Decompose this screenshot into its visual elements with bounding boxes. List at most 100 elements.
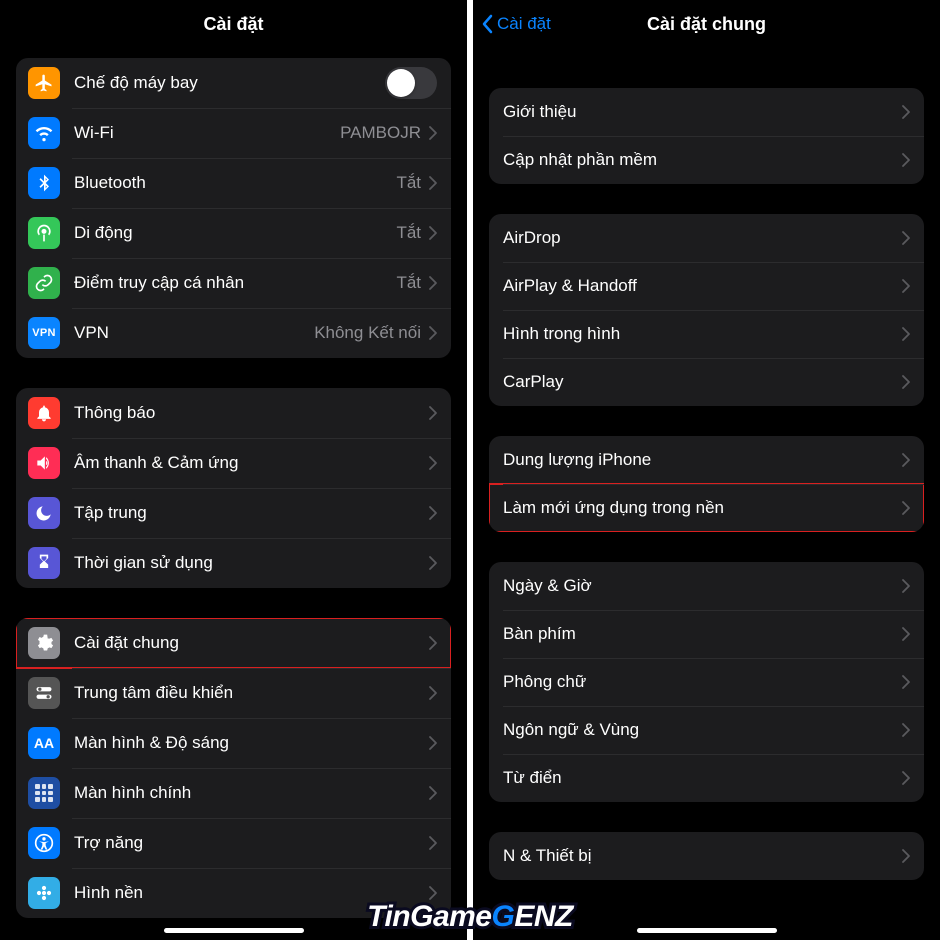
speaker-icon	[28, 447, 60, 479]
settings-group: Ngày & Giờ Bàn phím Phông chữ Ngôn ngữ & Vù…	[489, 562, 924, 802]
bell-icon	[28, 397, 60, 429]
airplane-mode-row[interactable]: Chế độ máy bay	[16, 58, 451, 108]
vpn-row[interactable]: VPNVPNKhông Kết nối	[16, 308, 451, 358]
carplay-row[interactable]: CarPlay	[489, 358, 924, 406]
chevron-left-icon	[481, 14, 493, 34]
row-label: Làm mới ứng dụng trong nền	[503, 497, 902, 519]
row-label: N & Thiết bị	[503, 845, 902, 867]
wifi-row[interactable]: Wi-FiPAMBOJR	[16, 108, 451, 158]
accessibility-icon	[28, 827, 60, 859]
chevron-right-icon	[429, 886, 437, 900]
keyboard-row[interactable]: Bàn phím	[489, 610, 924, 658]
settings-group: Chế độ máy bayWi-FiPAMBOJRBluetoothTắtDi…	[16, 58, 451, 358]
chevron-right-icon	[429, 456, 437, 470]
chevron-right-icon	[429, 326, 437, 340]
row-label: Thông báo	[74, 402, 429, 424]
sounds-row[interactable]: Âm thanh & Cảm ứng	[16, 438, 451, 488]
row-value: Tắt	[396, 273, 421, 293]
fonts-row[interactable]: Phông chữ	[489, 658, 924, 706]
chevron-right-icon	[429, 506, 437, 520]
flower-icon	[28, 877, 60, 909]
row-label: Âm thanh & Cảm ứng	[74, 452, 429, 474]
chevron-right-icon	[429, 406, 437, 420]
focus-row[interactable]: Tập trung	[16, 488, 451, 538]
about-row[interactable]: Giới thiệu	[489, 88, 924, 136]
hotspot-row[interactable]: Điểm truy cập cá nhânTắt	[16, 258, 451, 308]
general-settings-list[interactable]: Giới thiệu Cập nhật phần mềm AirDropAirPla…	[473, 48, 940, 940]
row-label: Màn hình & Độ sáng	[74, 732, 429, 754]
software-update-row[interactable]: Cập nhật phần mềm	[489, 136, 924, 184]
chevron-right-icon	[429, 636, 437, 650]
back-button[interactable]: Cài đặt	[481, 14, 551, 34]
row-label: Di động	[74, 222, 396, 244]
chevron-right-icon	[902, 105, 910, 119]
storage-row[interactable]: Dung lượng iPhone	[489, 436, 924, 484]
settings-group: AirDropAirPlay & HandoffHình trong hìnhC…	[489, 214, 924, 406]
general-row[interactable]: Cài đặt chung	[16, 618, 451, 668]
date-time-row[interactable]: Ngày & Giờ	[489, 562, 924, 610]
chevron-right-icon	[429, 226, 437, 240]
home-indicator[interactable]	[637, 928, 777, 933]
chevron-right-icon	[902, 279, 910, 293]
chevron-right-icon	[902, 675, 910, 689]
row-label: Trung tâm điều khiển	[74, 682, 429, 704]
row-label: VPN	[74, 322, 314, 344]
home-indicator[interactable]	[164, 928, 304, 933]
grid-icon	[28, 777, 60, 809]
row-label: Ngày & Giờ	[503, 575, 902, 597]
vpn-icon: VPN	[28, 317, 60, 349]
display-row[interactable]: AAMàn hình & Độ sáng	[16, 718, 451, 768]
nav-bar: Cài đặt Cài đặt chung	[473, 0, 940, 48]
nav-title: Cài đặt chung	[647, 14, 766, 35]
airplay-row[interactable]: AirPlay & Handoff	[489, 262, 924, 310]
chevron-right-icon	[429, 836, 437, 850]
vpn-device-row[interactable]: N & Thiết bị	[489, 832, 924, 880]
screentime-row[interactable]: Thời gian sử dụng	[16, 538, 451, 588]
language-region-row[interactable]: Ngôn ngữ & Vùng	[489, 706, 924, 754]
antenna-icon	[28, 217, 60, 249]
row-label: Phông chữ	[503, 671, 902, 693]
row-label: Dung lượng iPhone	[503, 449, 902, 471]
pip-row[interactable]: Hình trong hình	[489, 310, 924, 358]
row-label: Cập nhật phần mềm	[503, 149, 902, 171]
wifi-icon	[28, 117, 60, 149]
back-label: Cài đặt	[497, 14, 551, 34]
chevron-right-icon	[429, 556, 437, 570]
bluetooth-row[interactable]: BluetoothTắt	[16, 158, 451, 208]
wallpaper-row[interactable]: Hình nền	[16, 868, 451, 918]
row-label: Wi-Fi	[74, 122, 340, 144]
row-label: Thời gian sử dụng	[74, 552, 429, 574]
row-value: PAMBOJR	[340, 123, 421, 143]
accessibility-row[interactable]: Trợ năng	[16, 818, 451, 868]
row-label: Giới thiệu	[503, 101, 902, 123]
settings-group: N & Thiết bị	[489, 832, 924, 880]
background-refresh-row[interactable]: Làm mới ứng dụng trong nền	[489, 484, 924, 532]
row-label: Cài đặt chung	[74, 632, 429, 654]
airdrop-row[interactable]: AirDrop	[489, 214, 924, 262]
moon-icon	[28, 497, 60, 529]
chevron-right-icon	[902, 501, 910, 515]
nav-title: Cài đặt	[203, 14, 263, 35]
row-label: Bàn phím	[503, 623, 902, 645]
chevron-right-icon	[902, 453, 910, 467]
control-center-row[interactable]: Trung tâm điều khiển	[16, 668, 451, 718]
toggle-switch[interactable]	[385, 67, 437, 99]
chevron-right-icon	[902, 231, 910, 245]
dictionary-row[interactable]: Từ điển	[489, 754, 924, 802]
row-label: Điểm truy cập cá nhân	[74, 272, 396, 294]
row-label: Trợ năng	[74, 832, 429, 854]
row-label: Tập trung	[74, 502, 429, 524]
chevron-right-icon	[902, 627, 910, 641]
settings-list[interactable]: Chế độ máy bayWi-FiPAMBOJRBluetoothTắtDi…	[0, 48, 467, 940]
notifications-row[interactable]: Thông báo	[16, 388, 451, 438]
row-label: Từ điển	[503, 767, 902, 789]
homescreen-row[interactable]: Màn hình chính	[16, 768, 451, 818]
chevron-right-icon	[429, 736, 437, 750]
settings-group: Cài đặt chung Trung tâm điều khiển AAMàn h…	[16, 618, 451, 918]
cellular-row[interactable]: Di độngTắt	[16, 208, 451, 258]
nav-bar: Cài đặt	[0, 0, 467, 48]
chevron-right-icon	[902, 771, 910, 785]
row-label: Ngôn ngữ & Vùng	[503, 719, 902, 741]
chevron-right-icon	[429, 176, 437, 190]
gear-icon	[28, 627, 60, 659]
